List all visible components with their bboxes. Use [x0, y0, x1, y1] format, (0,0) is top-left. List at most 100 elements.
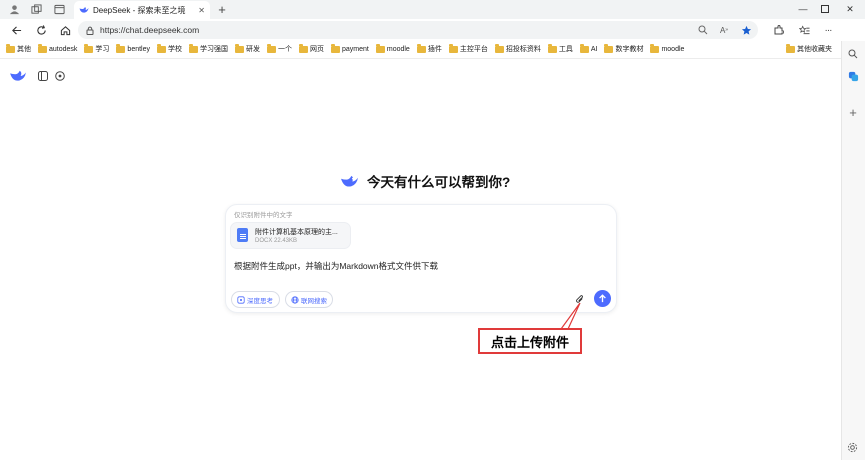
folder-icon: [604, 44, 614, 53]
tab-title: DeepSeek - 探索未至之境: [93, 5, 186, 15]
favorites-icon[interactable]: [796, 22, 812, 38]
deep-think-label: 深度思考: [247, 297, 273, 305]
search-sidebar-icon[interactable]: [846, 47, 860, 61]
folder-icon: [116, 44, 126, 53]
bookmark-item[interactable]: 主控平台: [448, 44, 488, 54]
bookmarks-bar: 其他 autodesk 学习 bentley 学校 学习强国 研发 一个 网页 payment mo…: [0, 41, 840, 57]
read-aloud-icon[interactable]: A»: [716, 22, 732, 38]
bookmark-item[interactable]: 学校: [157, 44, 182, 54]
url-text: https://chat.deepseek.com: [100, 25, 200, 35]
bookmark-item[interactable]: 数字教材: [604, 44, 643, 54]
more-icon[interactable]: ···: [820, 22, 836, 38]
bookmark-label: autodesk: [49, 45, 78, 53]
folder-icon: [448, 44, 458, 53]
atom-icon: [237, 295, 245, 304]
add-icon[interactable]: +: [846, 105, 860, 120]
profile-icon[interactable]: [6, 2, 22, 17]
folder-icon: [267, 44, 276, 53]
bookmark-label: bentley: [127, 45, 150, 53]
folder-icon: [331, 44, 340, 53]
web-search-button[interactable]: 联网搜索: [285, 291, 333, 308]
bookmark-item[interactable]: 学习: [84, 44, 109, 54]
folder-icon: [235, 44, 244, 53]
annotation-label: 点击上传附件: [490, 334, 569, 350]
bookmark-label: 学校: [168, 46, 182, 53]
bookmark-label: 一个: [278, 46, 292, 53]
close-window-button[interactable]: ✕: [843, 3, 857, 15]
folder-icon: [579, 44, 589, 53]
other-bookmarks-label: 其他收藏夹: [797, 46, 832, 53]
bookmark-label: 研发: [246, 46, 260, 53]
folder-icon: [494, 44, 504, 53]
favorite-star-icon[interactable]: [738, 22, 754, 38]
zoom-icon[interactable]: [695, 22, 711, 38]
bookmark-item[interactable]: bentley: [116, 44, 150, 53]
bookmark-label: AI: [590, 45, 598, 53]
bookmark-item[interactable]: 一个: [267, 44, 292, 54]
prompt-text[interactable]: 根据附件生成ppt，并输出为Markdown格式文件供下载: [234, 260, 438, 272]
new-chat-icon[interactable]: [53, 69, 67, 83]
folder-icon: [547, 44, 557, 53]
bookmark-label: 数字教材: [615, 46, 644, 53]
tab-actions-icon[interactable]: [51, 2, 67, 17]
chat-input-box[interactable]: [225, 204, 617, 313]
folder-icon: [299, 44, 308, 53]
bookmark-label: 插件: [427, 46, 442, 53]
address-bar[interactable]: https://chat.deepseek.com: [78, 21, 758, 39]
page-heading: 今天有什么可以帮到你?: [340, 170, 510, 192]
bookmark-label: 主控平台: [459, 46, 488, 53]
other-bookmarks[interactable]: 其他收藏夹: [786, 44, 832, 54]
bookmark-item[interactable]: moodle: [375, 44, 410, 53]
bookmark-label: 其他: [17, 46, 31, 53]
globe-icon: [291, 295, 299, 304]
workspaces-icon[interactable]: [28, 2, 44, 17]
bookmark-label: moodle: [386, 45, 410, 53]
bookmark-item[interactable]: 网页: [299, 44, 324, 54]
send-arrow-icon: [599, 294, 606, 303]
tab-deepseek[interactable]: DeepSeek - 探索未至之境 ✕: [74, 1, 210, 19]
document-icon: [237, 228, 248, 242]
folder-icon: [84, 44, 94, 53]
deepseek-logo-icon: [79, 7, 89, 13]
bookmark-label: payment: [342, 45, 369, 53]
sidebar-toggle-icon[interactable]: [36, 69, 50, 83]
copilot-icon[interactable]: [846, 69, 860, 83]
close-icon[interactable]: ✕: [198, 6, 205, 15]
bookmark-label: 工具: [558, 46, 573, 53]
paperclip-icon[interactable]: [574, 293, 586, 305]
folder-icon: [786, 44, 795, 53]
maximize-button[interactable]: [818, 3, 832, 15]
bookmark-item[interactable]: autodesk: [38, 44, 78, 53]
extensions-icon[interactable]: [771, 22, 787, 38]
bookmark-item[interactable]: 招投标资料: [494, 44, 541, 54]
send-button[interactable]: [594, 290, 611, 307]
deepseek-logo-icon: [341, 175, 358, 186]
heading-text: 今天有什么可以帮到你?: [367, 175, 511, 190]
bookmark-item[interactable]: 学习强国: [189, 44, 228, 54]
folder-icon: [157, 44, 166, 53]
context-label: 仅识别附件中的文字: [234, 212, 293, 219]
deep-think-button[interactable]: 深度思考: [231, 291, 280, 308]
deepseek-logo-icon[interactable]: [9, 69, 27, 83]
refresh-icon[interactable]: [33, 22, 49, 38]
home-icon[interactable]: [57, 22, 73, 38]
new-tab-icon[interactable]: +: [214, 2, 230, 17]
bookmark-item[interactable]: 其他: [6, 44, 31, 54]
minimize-button[interactable]: —: [796, 3, 810, 15]
lock-icon[interactable]: [86, 26, 94, 35]
bookmark-item[interactable]: payment: [331, 44, 369, 53]
bookmark-item[interactable]: AI: [579, 44, 598, 53]
attachment-name: 附件计算机基本原理的主...: [255, 229, 338, 236]
back-icon[interactable]: [8, 22, 24, 38]
annotation-callout: 点击上传附件: [478, 328, 582, 354]
bookmark-item[interactable]: 插件: [416, 44, 442, 54]
bookmark-label: 学习强国: [200, 46, 228, 53]
bookmark-item[interactable]: moodle: [650, 44, 684, 53]
bookmark-item[interactable]: 工具: [547, 44, 573, 54]
folder-icon: [416, 44, 426, 53]
settings-icon[interactable]: [846, 441, 859, 454]
folder-icon: [650, 44, 660, 53]
bookmark-item[interactable]: 研发: [235, 44, 260, 54]
folder-icon: [6, 44, 15, 53]
bookmark-label: 网页: [310, 46, 324, 53]
